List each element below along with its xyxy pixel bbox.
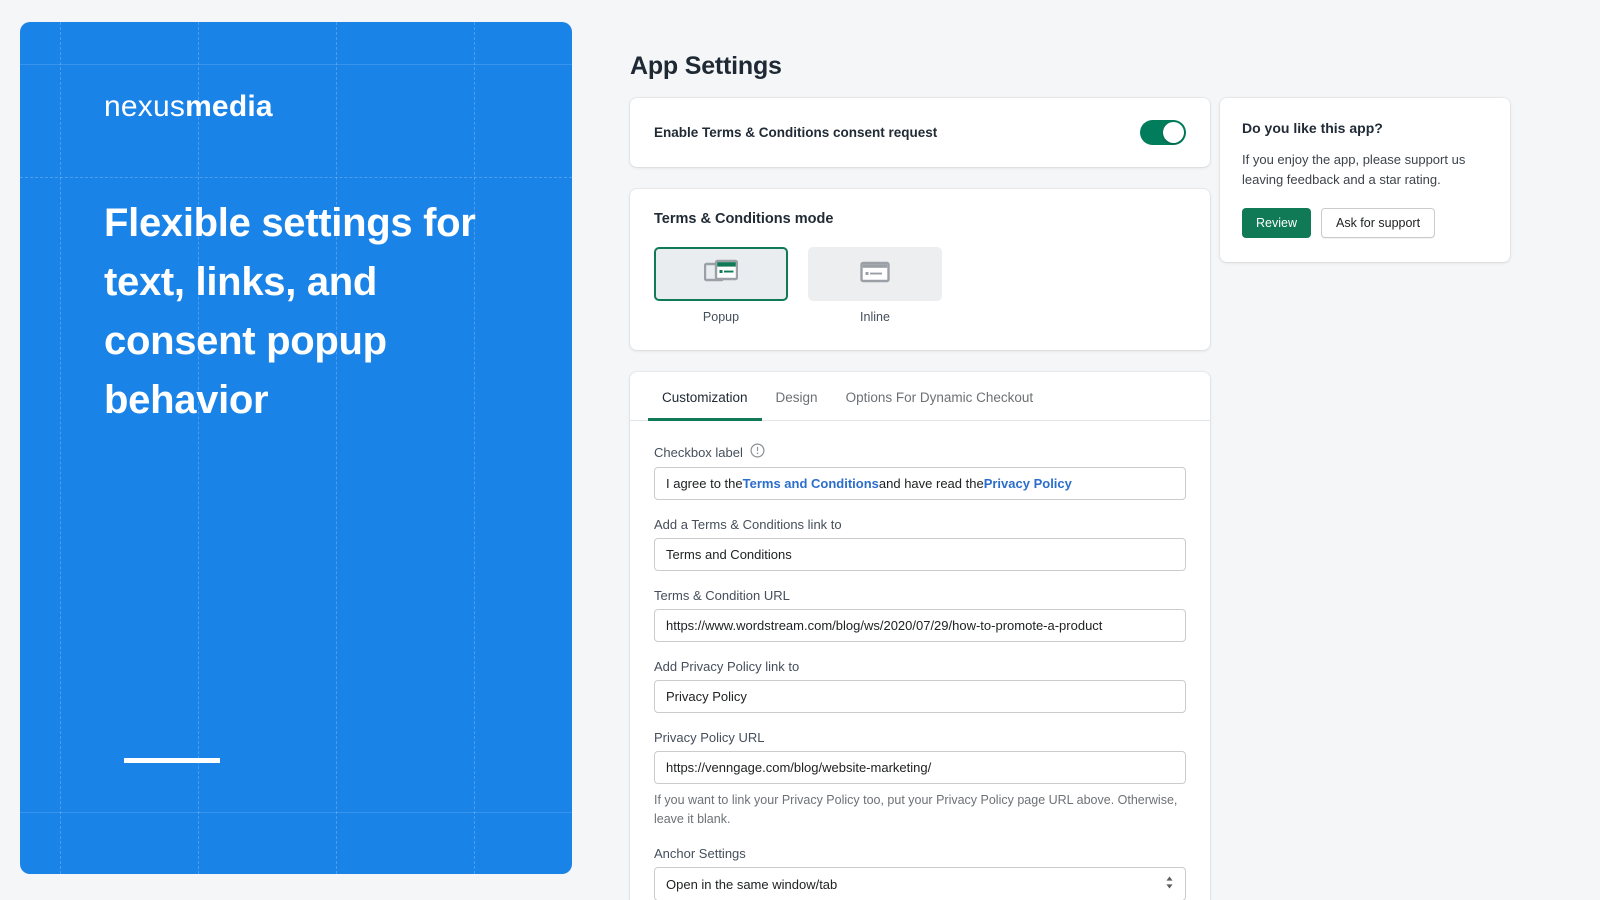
field-tc-link-text: Add a Terms & Conditions link to Terms a…	[654, 517, 1186, 571]
brand-logo-light: nexus	[104, 90, 186, 123]
customization-form: Checkbox label I agree to the Terms and …	[630, 421, 1210, 900]
field-pp-url: Privacy Policy URL https://venngage.com/…	[654, 730, 1186, 784]
promo-content: nexusmedia Flexible settings for text, l…	[20, 22, 572, 430]
tc-mode-title: Terms & Conditions mode	[654, 211, 834, 227]
mode-option-inline-box[interactable]	[808, 247, 942, 301]
tc-link-text-label: Add a Terms & Conditions link to	[654, 517, 842, 532]
field-anchor-settings: Anchor Settings Open in the same window/…	[654, 846, 1186, 900]
checkbox-label-label: Checkbox label	[654, 443, 1186, 461]
field-checkbox-label: Checkbox label I agree to the Terms and …	[654, 443, 1186, 500]
checkbox-label-link-privacy[interactable]: Privacy Policy	[984, 476, 1072, 491]
pp-url-label: Privacy Policy URL	[654, 730, 765, 745]
page-title: App Settings	[630, 52, 782, 80]
checkbox-label-middle: and have read the	[878, 476, 984, 491]
checkbox-label-link-terms[interactable]: Terms and Conditions	[743, 476, 879, 491]
info-circle-icon[interactable]	[750, 443, 765, 461]
mode-option-popup-label: Popup	[702, 310, 740, 324]
app-page: nexusmedia Flexible settings for text, l…	[0, 0, 1600, 900]
mode-option-inline[interactable]: Inline	[808, 247, 942, 324]
consent-toggle-switch[interactable]	[1140, 120, 1186, 145]
brand-logo: nexusmedia	[104, 92, 572, 122]
customization-card: Customization Design Options For Dynamic…	[630, 372, 1210, 900]
main-column: Enable Terms & Conditions consent reques…	[630, 98, 1210, 900]
field-pp-link-text: Add Privacy Policy link to Privacy Polic…	[654, 659, 1186, 713]
promo-divider-rule	[124, 758, 220, 763]
tab-design[interactable]: Design	[762, 372, 832, 421]
feedback-card: Do you like this app? If you enjoy the a…	[1220, 98, 1510, 262]
tab-bar: Customization Design Options For Dynamic…	[630, 372, 1210, 421]
mode-option-popup-box[interactable]	[654, 247, 788, 301]
anchor-settings-select[interactable]: Open in the same window/tab	[654, 867, 1186, 900]
feedback-card-body: If you enjoy the app, please support us …	[1242, 152, 1466, 187]
feedback-card-title: Do you like this app?	[1242, 120, 1383, 136]
pp-link-text-label: Add Privacy Policy link to	[654, 659, 800, 674]
field-tc-url: Terms & Condition URL https://www.wordst…	[654, 588, 1186, 642]
tc-link-text-input[interactable]: Terms and Conditions	[654, 538, 1186, 571]
mode-option-inline-label: Inline	[860, 310, 890, 324]
anchor-settings-label: Anchor Settings	[654, 846, 746, 861]
tc-url-label: Terms & Condition URL	[654, 588, 790, 603]
select-stepper-icon	[1165, 875, 1174, 893]
checkbox-label-text: Checkbox label	[654, 444, 743, 460]
promo-headline: Flexible settings for text, links, and c…	[104, 201, 476, 422]
consent-toggle-label: Enable Terms & Conditions consent reques…	[654, 125, 938, 140]
ask-for-support-button[interactable]: Ask for support	[1321, 208, 1436, 238]
feedback-card-actions: Review Ask for support	[1242, 208, 1488, 238]
tc-mode-options: Popup Inline	[654, 247, 1186, 324]
inline-form-icon	[860, 260, 890, 289]
mode-option-popup[interactable]: Popup	[654, 247, 788, 324]
tc-url-input[interactable]: https://www.wordstream.com/blog/ws/2020/…	[654, 609, 1186, 642]
checkbox-label-prefix: I agree to the	[666, 476, 743, 491]
tab-options-for-dynamic-checkout[interactable]: Options For Dynamic Checkout	[832, 372, 1048, 421]
popup-window-icon	[703, 259, 739, 290]
consent-toggle-card: Enable Terms & Conditions consent reques…	[630, 98, 1210, 167]
checkbox-label-input[interactable]: I agree to the Terms and Conditions and …	[654, 467, 1186, 500]
tc-mode-card: Terms & Conditions mode Popup Inline	[630, 189, 1210, 350]
brand-logo-bold: media	[185, 90, 273, 123]
pp-link-text-input[interactable]: Privacy Policy	[654, 680, 1186, 713]
pp-url-input[interactable]: https://venngage.com/blog/website-market…	[654, 751, 1186, 784]
anchor-settings-value: Open in the same window/tab	[666, 876, 838, 892]
toggle-knob	[1163, 122, 1184, 143]
settings-content: App Settings Enable Terms & Conditions c…	[600, 0, 1600, 900]
side-column: Do you like this app? If you enjoy the a…	[1220, 98, 1510, 262]
review-button[interactable]: Review	[1242, 208, 1311, 238]
tab-customization[interactable]: Customization	[648, 372, 762, 421]
grid-hline	[20, 812, 572, 813]
promo-panel: nexusmedia Flexible settings for text, l…	[20, 22, 572, 874]
pp-url-help-text: If you want to link your Privacy Policy …	[654, 793, 1178, 826]
